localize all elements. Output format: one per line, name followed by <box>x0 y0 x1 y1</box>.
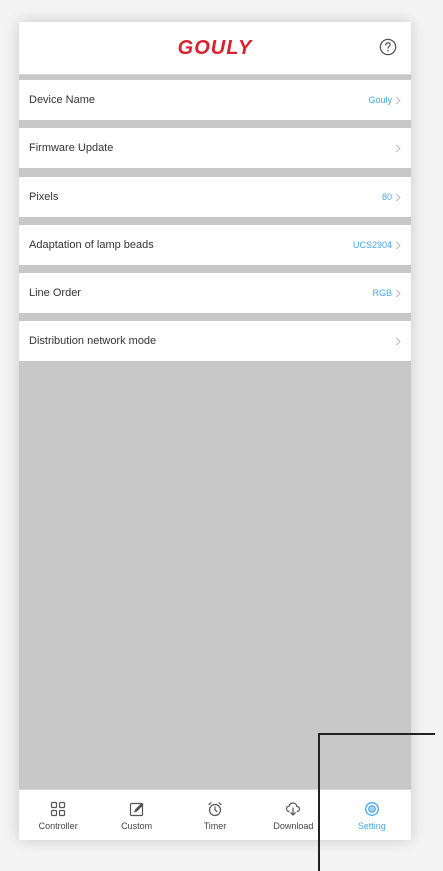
setting-label: Pixels <box>29 191 59 203</box>
setting-label: Distribution network mode <box>29 335 157 347</box>
tab-label: Custom <box>121 820 153 831</box>
edit-icon <box>129 802 144 816</box>
setting-label: Firmware Update <box>29 142 114 154</box>
help-icon[interactable] <box>379 38 397 56</box>
callout-line-vertical <box>318 733 320 871</box>
setting-row-device-name[interactable]: Device Name Gouly <box>19 80 411 120</box>
setting-row-network-mode[interactable]: Distribution network mode <box>19 321 411 361</box>
setting-value: Gouly <box>368 95 392 105</box>
setting-label: Line Order <box>29 287 81 299</box>
chevron-right-icon <box>395 337 401 345</box>
callout-line-horizontal <box>318 733 435 735</box>
setting-row-lamp-beads[interactable]: Adaptation of lamp beads UCS2904 <box>19 225 411 265</box>
chevron-right-icon <box>395 96 401 104</box>
chevron-right-icon <box>395 193 401 201</box>
setting-row-line-order[interactable]: Line Order RGB <box>19 273 411 313</box>
tab-label: Setting <box>357 820 386 831</box>
alarm-clock-icon <box>208 801 222 816</box>
setting-value-group: RGB <box>372 288 401 298</box>
tab-label: Download <box>273 820 314 831</box>
settings-icon <box>364 801 379 816</box>
setting-value-group <box>392 144 401 153</box>
setting-value: RGB <box>372 288 392 298</box>
setting-label: Adaptation of lamp beads <box>29 239 154 251</box>
chevron-right-icon <box>395 289 401 297</box>
app-screen: GOULY Device Name Gouly Firmware Update … <box>19 22 411 840</box>
setting-value: UCS2904 <box>352 240 392 250</box>
app-logo: GOULY <box>177 36 253 59</box>
cloud-download-icon <box>286 801 301 816</box>
tab-custom[interactable]: Custom <box>101 801 173 831</box>
bottom-tab-bar: Controller Custom Timer Download Setting <box>19 789 411 840</box>
setting-value-group: 80 <box>382 192 401 202</box>
setting-value: 80 <box>381 192 392 202</box>
chevron-right-icon <box>395 144 401 152</box>
setting-row-pixels[interactable]: Pixels 80 <box>19 177 411 217</box>
tab-label: Controller <box>38 820 78 831</box>
chevron-right-icon <box>395 241 401 249</box>
setting-label: Device Name <box>29 94 96 106</box>
grid-icon <box>51 801 66 816</box>
setting-value-group: Gouly <box>368 95 401 105</box>
tab-timer[interactable]: Timer <box>179 801 251 831</box>
setting-value-group <box>392 337 401 346</box>
tab-label: Timer <box>203 820 227 831</box>
tab-controller[interactable]: Controller <box>22 801 94 831</box>
setting-value-group: UCS2904 <box>353 240 401 250</box>
tab-setting[interactable]: Setting <box>336 801 408 831</box>
app-header: GOULY <box>19 22 411 75</box>
setting-row-firmware-update[interactable]: Firmware Update <box>19 128 411 168</box>
